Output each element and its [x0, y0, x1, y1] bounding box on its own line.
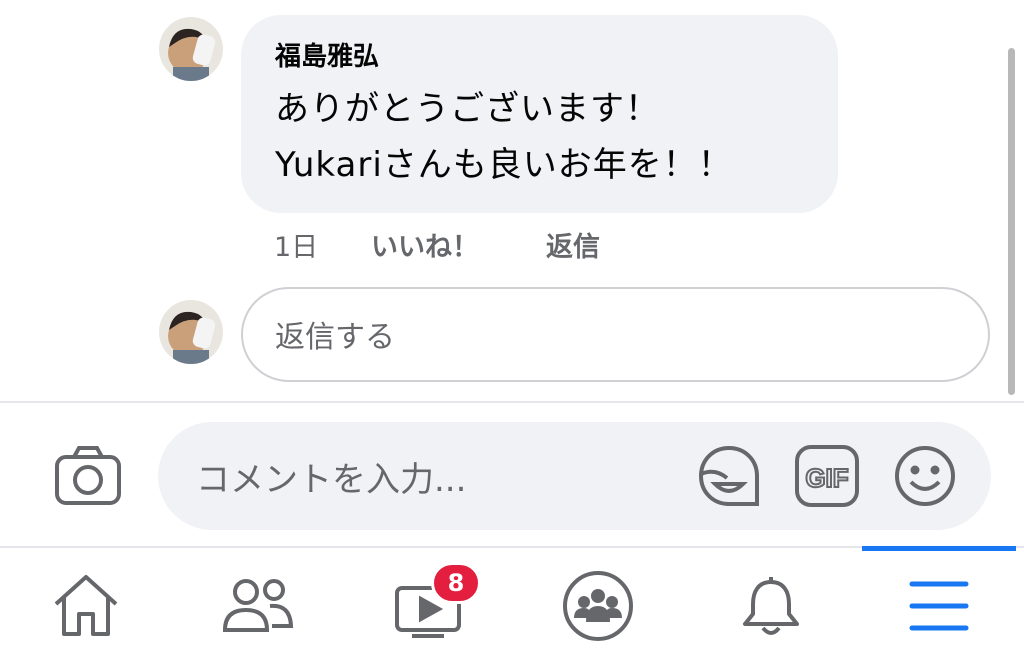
comment-text: ありがとうございます！ Yukariさんも良いお年を！！	[275, 81, 806, 193]
notifications-icon[interactable]	[740, 572, 802, 644]
like-button[interactable]: いいね！	[371, 226, 479, 270]
avatar[interactable]	[159, 17, 223, 81]
scrollbar[interactable]	[1008, 48, 1015, 395]
comment-bubble: 福島雅弘 ありがとうございます！ Yukariさんも良いお年を！！	[241, 15, 838, 213]
friends-icon[interactable]	[222, 578, 294, 638]
notification-badge: 8	[431, 562, 481, 604]
comment-timestamp[interactable]: 1日	[274, 226, 318, 270]
comment-input[interactable]: コメントを入力...	[158, 422, 991, 530]
reply-input[interactable]: 返信する	[241, 287, 990, 382]
sticker-icon[interactable]	[697, 444, 761, 512]
reply-button[interactable]: 返信	[546, 226, 600, 270]
reply-input-placeholder: 返信する	[275, 320, 395, 355]
avatar	[159, 300, 223, 364]
menu-icon[interactable]	[908, 578, 970, 638]
home-icon[interactable]	[52, 572, 120, 642]
svg-text:GIF: GIF	[805, 463, 848, 493]
comment-input-placeholder: コメントを入力...	[196, 460, 467, 500]
groups-icon[interactable]	[562, 570, 634, 646]
active-tab-indicator	[862, 546, 1016, 551]
comment-text-line: ありがとうございます！	[275, 89, 660, 129]
camera-icon[interactable]	[54, 444, 122, 510]
emoji-icon[interactable]	[893, 444, 957, 512]
divider	[0, 401, 1024, 403]
comment-text-line: Yukariさんも良いお年を！！	[275, 145, 733, 185]
gif-icon[interactable]: GIF	[794, 444, 860, 512]
comment-author[interactable]: 福島雅弘	[275, 39, 806, 75]
